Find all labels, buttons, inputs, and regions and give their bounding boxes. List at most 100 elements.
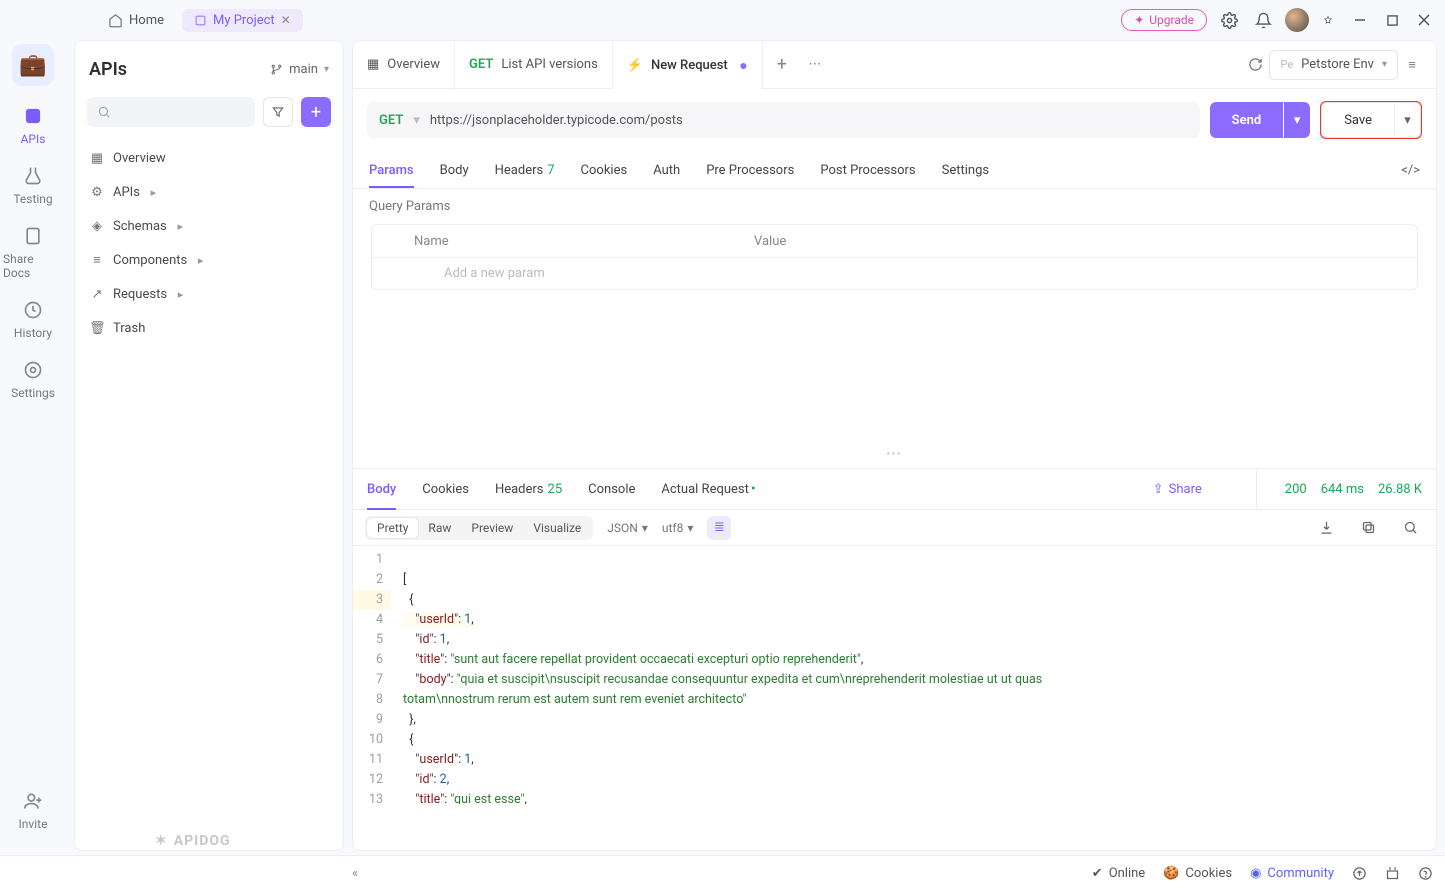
tab-new-request[interactable]: ⚡New Request ● <box>613 41 763 89</box>
tab-label: New Request <box>651 58 728 73</box>
url-input[interactable]: GET ▾ https://jsonplaceholder.typicode.c… <box>367 102 1200 138</box>
status-gift-button[interactable] <box>1385 866 1400 881</box>
close-project-icon[interactable]: ✕ <box>281 13 291 27</box>
new-param-row[interactable]: Add a new param <box>372 257 1417 289</box>
tree-item-label: Trash <box>113 321 145 336</box>
ptab-params[interactable]: Params <box>369 163 414 188</box>
tree-apis[interactable]: ⚙APIs ▸ <box>81 175 337 209</box>
rtab-body[interactable]: Body <box>367 468 396 510</box>
status-online[interactable]: ✔Online <box>1092 866 1145 881</box>
rtab-console[interactable]: Console <box>588 468 635 510</box>
view-raw[interactable]: Raw <box>418 518 461 538</box>
settings-gear-icon[interactable] <box>1217 8 1241 32</box>
view-preview[interactable]: Preview <box>461 518 523 538</box>
tab-overview[interactable]: ▦Overview <box>353 41 455 89</box>
encoding-label: utf8 <box>662 521 683 535</box>
window-maximize-icon[interactable] <box>1379 7 1405 33</box>
code-view-toggle[interactable]: </> <box>1401 163 1420 188</box>
status-upload-button[interactable] <box>1352 866 1367 881</box>
resp-time: 644 ms <box>1321 482 1364 497</box>
env-settings-button[interactable]: ≡ <box>1398 51 1426 79</box>
format-selector[interactable]: JSON▾ <box>607 521 648 535</box>
copy-button[interactable] <box>1354 514 1382 542</box>
view-pretty[interactable]: Pretty <box>367 518 418 538</box>
add-button[interactable]: + <box>301 97 331 127</box>
chevron-down-icon: ▾ <box>324 64 329 75</box>
save-button[interactable]: Save <box>1322 103 1394 137</box>
plus-icon: + <box>777 54 787 75</box>
collapse-sidebar-button[interactable]: « <box>352 866 358 881</box>
brand-icon: ✶ <box>155 833 168 849</box>
tree-search-input[interactable] <box>87 97 255 127</box>
home-tab[interactable]: Home <box>98 9 174 32</box>
rail-apis[interactable]: APIs <box>3 104 63 146</box>
upgrade-button[interactable]: ✦ Upgrade <box>1121 9 1207 31</box>
refresh-button[interactable] <box>1241 51 1269 79</box>
ptab-settings[interactable]: Settings <box>942 163 989 188</box>
ptab-headers[interactable]: Headers7 <box>495 163 555 188</box>
ptab-post[interactable]: Post Processors <box>820 163 915 188</box>
tree-components[interactable]: ≡Components ▸ <box>81 243 337 277</box>
ptab-pre[interactable]: Pre Processors <box>706 163 794 188</box>
window-minimize-icon[interactable] <box>1347 7 1373 33</box>
chevron-right-icon: ▸ <box>175 288 183 301</box>
splitter-handle[interactable]: ••• <box>353 440 1436 468</box>
status-community[interactable]: ◉Community <box>1250 866 1334 881</box>
rail-invite[interactable]: Invite <box>3 789 63 831</box>
window-close-icon[interactable] <box>1411 7 1437 33</box>
send-button[interactable]: Send <box>1210 102 1284 138</box>
rtab-cookies[interactable]: Cookies <box>422 468 469 510</box>
rail-label: Share Docs <box>3 252 63 280</box>
ptab-cookies[interactable]: Cookies <box>581 163 628 188</box>
pin-icon[interactable] <box>1315 7 1341 33</box>
rail-settings[interactable]: Settings <box>3 358 63 400</box>
rail-share-docs[interactable]: Share Docs <box>3 224 63 280</box>
rail-label: Testing <box>13 192 52 206</box>
tree-trash[interactable]: 🗑Trash <box>81 311 337 345</box>
tree-schemas[interactable]: ◈Schemas ▸ <box>81 209 337 243</box>
rail-testing[interactable]: Testing <box>3 164 63 206</box>
view-visualize[interactable]: Visualize <box>523 518 591 538</box>
wrap-toggle-button[interactable]: ≣ <box>707 516 731 540</box>
avatar[interactable] <box>1285 8 1309 32</box>
notifications-icon[interactable] <box>1251 8 1275 32</box>
send-dropdown-button[interactable]: ▾ <box>1284 102 1310 138</box>
rtab-headers[interactable]: Headers25 <box>495 468 562 510</box>
project-avatar[interactable]: 💼 <box>12 44 54 86</box>
rtab-label: Actual Request <box>661 482 748 497</box>
status-cookies[interactable]: 🍪Cookies <box>1163 866 1232 881</box>
project-tab[interactable]: My Project ✕ <box>182 9 303 32</box>
rail-history[interactable]: History <box>3 298 63 340</box>
encoding-selector[interactable]: utf8▾ <box>662 521 694 535</box>
ptab-body[interactable]: Body <box>440 163 469 188</box>
search-response-button[interactable] <box>1396 514 1424 542</box>
col-name: Name <box>404 234 744 249</box>
tree-requests[interactable]: ↗Requests ▸ <box>81 277 337 311</box>
save-dropdown-button[interactable]: ▾ <box>1394 103 1420 137</box>
share-docs-icon <box>21 224 45 248</box>
download-button[interactable] <box>1312 514 1340 542</box>
ptab-label: Body <box>440 163 469 178</box>
tab-list-api-versions[interactable]: GETList API versions <box>455 41 613 89</box>
tree-overview[interactable]: ▦Overview <box>81 141 337 175</box>
ptab-auth[interactable]: Auth <box>653 163 680 188</box>
chevron-right-icon: ▸ <box>148 186 156 199</box>
method-badge: GET <box>469 57 493 72</box>
response-code-view[interactable]: 1234567891011121314 [ { "userId": 1, "id… <box>353 546 1436 804</box>
rtab-actual[interactable]: Actual Request• <box>661 468 755 510</box>
share-icon: ⇪ <box>1153 482 1164 497</box>
branch-selector[interactable]: main ▾ <box>270 62 329 77</box>
ptab-label: Pre Processors <box>706 163 794 178</box>
testing-icon <box>21 164 45 188</box>
share-button[interactable]: ⇪Share <box>1153 482 1202 497</box>
status-help-button[interactable] <box>1418 866 1433 881</box>
tree-item-label: Schemas <box>113 219 167 234</box>
method-caret-icon[interactable]: ▾ <box>413 113 420 128</box>
tab-overflow-button[interactable]: ⋯ <box>801 51 829 79</box>
method-label: GET <box>379 113 403 128</box>
environment-selector[interactable]: Pe Petstore Env ▾ <box>1269 50 1398 80</box>
status-label: Online <box>1109 866 1146 881</box>
filter-button[interactable] <box>263 97 293 127</box>
new-tab-button[interactable]: + <box>763 41 801 89</box>
response-tabs: Body Cookies Headers25 Console Actual Re… <box>353 468 1436 510</box>
